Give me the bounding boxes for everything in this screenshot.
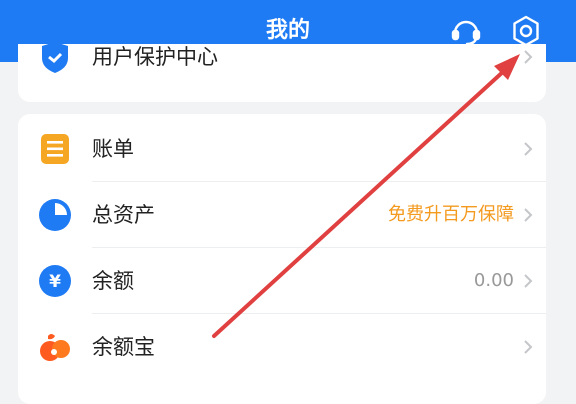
user-protection-label: 用户保护中心	[92, 45, 218, 69]
chevron-right-icon	[522, 339, 534, 355]
menu-item-balance[interactable]: ¥ 余额 0.00	[18, 248, 546, 314]
total-assets-promo: 免费升百万保障	[388, 204, 514, 225]
user-protection-row[interactable]: 用户保护中心	[18, 44, 546, 90]
chevron-right-icon	[522, 141, 534, 157]
menu-item-bill[interactable]: 账单	[18, 116, 546, 182]
yuebao-icon	[38, 330, 72, 364]
svg-text:¥: ¥	[49, 272, 61, 292]
chevron-right-icon	[522, 273, 534, 289]
shield-icon	[38, 44, 72, 74]
balance-value: 0.00	[473, 270, 514, 291]
chevron-right-icon	[522, 49, 534, 65]
assets-menu-card: 账单 总资产 免费升百万保障 ¥ 余额 0.00 余额宝	[18, 114, 546, 404]
pie-chart-icon	[38, 198, 72, 232]
menu-item-total-assets[interactable]: 总资产 免费升百万保障	[18, 182, 546, 248]
menu-item-yuebao[interactable]: 余额宝	[18, 314, 546, 380]
yuebao-label: 余额宝	[92, 335, 155, 359]
total-assets-label: 总资产	[92, 203, 155, 227]
user-protection-card: 用户保护中心	[18, 44, 546, 102]
yuan-icon: ¥	[38, 264, 72, 298]
bill-icon	[38, 132, 72, 166]
chevron-right-icon	[522, 207, 534, 223]
bill-label: 账单	[92, 137, 134, 161]
balance-label: 余额	[92, 269, 134, 293]
